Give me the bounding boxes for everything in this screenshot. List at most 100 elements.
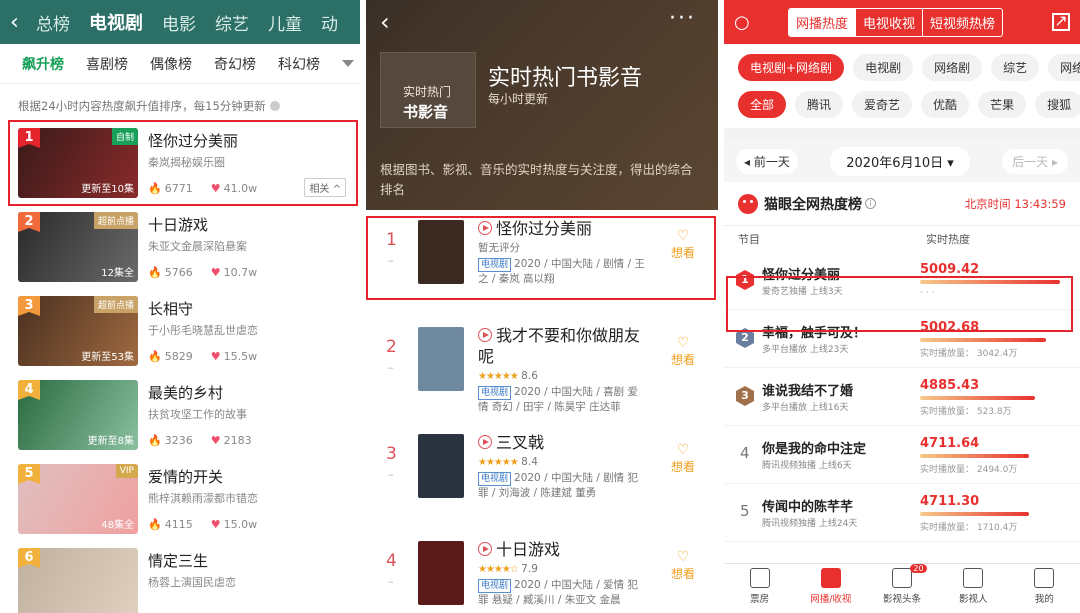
- list-item[interactable]: 5 VIP 48集全 爱情的开关 熊梓淇赖雨濛都市错恋 🔥 4115 ♥ 15.0w: [0, 458, 360, 542]
- next-day-button[interactable]: 后一天 ▸: [1002, 148, 1068, 174]
- tab-0[interactable]: 总榜: [36, 10, 70, 35]
- subtab-3[interactable]: 奇幻榜: [214, 54, 256, 74]
- table-row[interactable]: 3 谁说我结不了婚 多平台播放 上线16天 4885.43 实时播放量： 523.8万: [724, 368, 1080, 426]
- heat-value: 4885.43: [920, 378, 980, 393]
- list-item[interactable]: 4– 十日游戏 ★★★★☆ 7.9 电视剧 2020 / 中国大陆 / 爱情 犯罪 悬疑…: [366, 531, 718, 613]
- want-button[interactable]: ♡ 想看: [668, 442, 698, 475]
- chip[interactable]: 全部: [738, 91, 787, 118]
- list-item[interactable]: 4 更新至8集 最美的乡村 扶贫攻坚工作的故事 🔥 3236 ♥ 2183: [0, 374, 360, 458]
- poster[interactable]: [418, 541, 464, 605]
- chip[interactable]: 网络电: [1048, 54, 1080, 81]
- tab-5[interactable]: 动: [321, 10, 338, 35]
- back-icon[interactable]: ‹: [10, 10, 36, 35]
- rank-number: 4: [740, 444, 750, 462]
- column-headers: 节目 实时热度: [724, 226, 1080, 252]
- list-item[interactable]: 1 自制 更新至10集 怪你过分美丽 秦岚揭秘娱乐圈 🔥 6771 ♥ 41.0w 相关 ^: [0, 122, 360, 206]
- list-item[interactable]: 3– 三叉戟 ★★★★★ 8.4 电视剧 2020 / 中国大陆 / 剧情 犯罪 / 刘…: [366, 424, 718, 531]
- share-icon[interactable]: ↗: [1052, 13, 1070, 31]
- want-button[interactable]: ♡ 想看: [668, 228, 698, 261]
- poster[interactable]: [418, 327, 464, 391]
- profile-icon: [1034, 568, 1055, 588]
- table-row[interactable]: 2 幸福，触手可及！ 多平台播放 上线23天 5002.68 实时播放量： 3042.4…: [724, 310, 1080, 368]
- subtab-4[interactable]: 科幻榜: [278, 54, 320, 74]
- poster[interactable]: [418, 220, 464, 284]
- search-icon[interactable]: ○: [734, 12, 758, 33]
- table-row[interactable]: 1 怪你过分美丽 爱奇艺独播 上线3天 5009.42 · · ·: [724, 252, 1080, 310]
- chip[interactable]: 爱奇艺: [852, 91, 913, 118]
- status-badge: 自制: [111, 128, 138, 145]
- want-button[interactable]: ♡ 想看: [668, 335, 698, 368]
- play-count: 实时播放量： 2494.0万: [920, 465, 1018, 475]
- poster[interactable]: [418, 434, 464, 498]
- play-icon: [820, 568, 841, 588]
- dropdown-icon[interactable]: [342, 60, 354, 67]
- nav-item[interactable]: 网播/收视: [795, 564, 866, 613]
- date-picker[interactable]: 2020年6月10日 ▾: [830, 146, 970, 176]
- fire-icon: 🔥: [148, 350, 162, 363]
- table-row[interactable]: 4 你是我的命中注定 腾讯视频独播 上线6天 4711.64 实时播放量： 2494.0…: [724, 426, 1080, 484]
- info-icon[interactable]: [269, 101, 280, 111]
- rank-badge: 3: [736, 386, 754, 406]
- chip[interactable]: 腾讯: [795, 91, 844, 118]
- heat-bar: [920, 338, 1046, 342]
- tab-2[interactable]: 电影: [162, 10, 196, 35]
- bottom-nav: 票房 网播/收视 20 影视头条 影视人 我的: [724, 563, 1080, 613]
- fire-count: 5766: [164, 266, 193, 279]
- list-item[interactable]: 1 – 怪你过分美丽 暂无评分 电视剧 2020 / 中国大陆 / 剧情 / 王之 / 秦…: [366, 210, 718, 317]
- rank-number: 2: [386, 337, 397, 357]
- description: 杨蓉上演国民虐恋: [148, 576, 236, 589]
- chip[interactable]: 电视剧+网络剧: [738, 54, 845, 81]
- chip[interactable]: 网络剧: [922, 54, 983, 81]
- tab-4[interactable]: 儿童: [268, 10, 302, 35]
- chip[interactable]: 优酷: [921, 91, 970, 118]
- title-text: 我才不要和你做朋友呢: [478, 326, 641, 366]
- tab-1[interactable]: 电视剧: [89, 9, 143, 35]
- heat-bar: [920, 280, 1060, 284]
- title[interactable]: 三叉戟: [478, 432, 648, 453]
- category-chips: 电视剧+网络剧电视剧网络剧综艺网络电: [724, 44, 1080, 81]
- top-tab-2[interactable]: 短视频热榜: [923, 9, 1002, 36]
- nav-item[interactable]: 我的: [1009, 564, 1080, 613]
- chip[interactable]: 芒果: [978, 91, 1027, 118]
- thumbnail[interactable]: 2 超前点播 12集全: [18, 212, 138, 282]
- subtab-1[interactable]: 喜剧榜: [86, 54, 128, 74]
- program-name: 谁说我结不了婚: [762, 384, 854, 399]
- fire-count: 4115: [164, 518, 193, 531]
- list-item[interactable]: 2– 我才不要和你做朋友呢 ★★★★★ 8.6 电视剧 2020 / 中国大陆 / 喜剧…: [366, 317, 718, 424]
- more-icon[interactable]: ···: [669, 6, 696, 31]
- maoyan-logo-icon: [738, 193, 758, 214]
- subtab-0[interactable]: 飙升榜: [22, 54, 64, 74]
- info-icon[interactable]: i: [865, 198, 876, 209]
- list-item[interactable]: 3 超前点播 更新至53集 长相守 于小彤毛晓慧乱世虐恋 🔥 5829 ♥ 15.5w: [0, 290, 360, 374]
- chip[interactable]: 电视剧: [853, 54, 914, 81]
- related-button[interactable]: 相关 ^: [304, 178, 346, 197]
- top-tab-0[interactable]: 网播热度: [789, 8, 857, 36]
- chip[interactable]: 搜狐: [1035, 91, 1080, 118]
- nav-item[interactable]: 票房: [724, 564, 795, 613]
- list-item[interactable]: 6 情定三生 杨蓉上演国民虐恋: [0, 542, 360, 613]
- title[interactable]: 怪你过分美丽: [478, 218, 648, 239]
- thumbnail[interactable]: 4 更新至8集: [18, 380, 138, 450]
- title[interactable]: 我才不要和你做朋友呢: [478, 325, 648, 367]
- tab-3[interactable]: 综艺: [215, 10, 249, 35]
- title-text: 怪你过分美丽: [496, 219, 593, 238]
- heart-icon: ♥: [210, 434, 221, 447]
- title[interactable]: 十日游戏: [478, 539, 648, 560]
- rating-line: ★★★★☆ 7.9: [478, 562, 648, 577]
- prev-day-button[interactable]: ◂ 前一天: [736, 148, 798, 174]
- thumbnail[interactable]: 3 超前点播 更新至53集: [18, 296, 138, 366]
- rating-line: 暂无评分: [478, 241, 648, 256]
- chip[interactable]: 综艺: [991, 54, 1040, 81]
- back-icon[interactable]: ‹: [380, 8, 390, 36]
- top-tab-1[interactable]: 电视收视: [856, 8, 924, 36]
- subtab-2[interactable]: 偶像榜: [150, 54, 192, 74]
- nav-item[interactable]: 影视人: [938, 564, 1009, 613]
- table-row[interactable]: 5 传闻中的陈芊芊 腾讯视频独播 上线24天 4711.30 实时播放量： 1710.4…: [724, 484, 1080, 542]
- want-button[interactable]: ♡ 想看: [668, 549, 698, 582]
- list-item[interactable]: 2 超前点播 12集全 十日游戏 朱亚文金晨深陷悬案 🔥 5766 ♥ 10.7w: [0, 206, 360, 290]
- thumbnail[interactable]: 6: [18, 548, 138, 613]
- nav-item[interactable]: 20 影视头条: [866, 564, 937, 613]
- thumbnail[interactable]: 5 VIP 48集全: [18, 464, 138, 534]
- stars: ★★★★★: [478, 457, 519, 468]
- thumbnail[interactable]: 1 自制 更新至10集: [18, 128, 138, 198]
